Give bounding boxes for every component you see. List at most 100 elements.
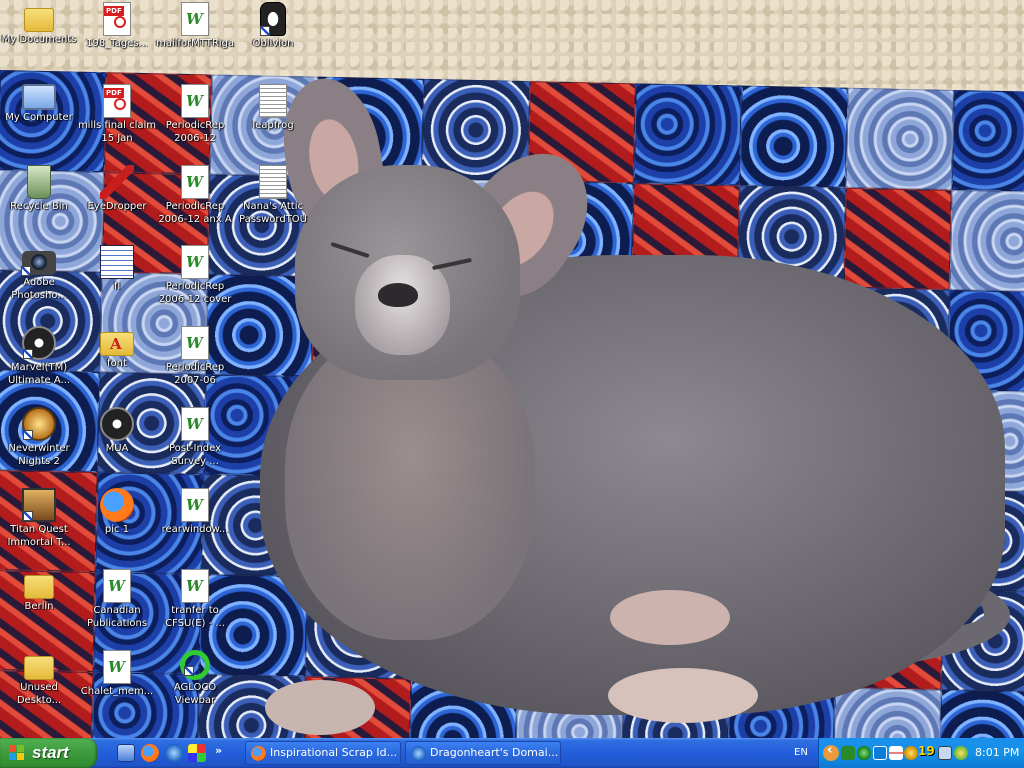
desktop-icon-label: My Computer [5,112,73,123]
desktop-icon-label: Berlin [24,601,54,612]
shield-icon [100,407,134,441]
desktop-icon-periodicrep-cover[interactable]: W PeriodicRep 2006-12 cover [155,245,235,306]
desktop-icon-unused-desktop[interactable]: Unused Deskto... [0,650,79,707]
taskbar-button-label: Dragonheart's Domai... [430,746,559,759]
desktop-icon-label: Neverwinter Nights 2 [8,443,70,467]
desktop-icon-titan-quest[interactable]: Titan Quest Immortal T... [0,488,79,549]
desktop-icon-canadian-publications[interactable]: W Canadian Publications [77,569,157,630]
desktop-icon-label: Chalet_mem... [80,686,154,697]
desktop-icon-label: Canadian Publications [86,605,148,629]
show-desktop-icon[interactable] [117,744,135,762]
desktop-icon-adobe-photoshop[interactable]: Adobe Photosho... [0,245,79,302]
spreadsheet-icon [100,245,134,279]
paint-quick-launch-icon[interactable] [188,744,206,762]
desktop-icon-recycle-bin[interactable]: Recycle Bin [0,165,79,213]
messenger-icon[interactable] [904,746,918,760]
agloco-ring-icon [180,650,210,680]
desktop-icon-periodicrep-2007-06[interactable]: W PeriodicRep 2007-06 [155,326,235,387]
system-clock[interactable]: 8:01 PM [975,746,1019,759]
browser-quick-launch-icon[interactable] [165,744,183,762]
desktop-icon-berlin[interactable]: Berlin [0,569,79,613]
desktop-icon-label: PeriodicRep 2006-12 anx A [158,201,232,225]
desktop-icon-chalet-mem[interactable]: W Chalet_mem... [77,650,157,698]
taskbar-button-label: Inspirational Scrap Id... [270,746,398,759]
desktop-icon-oblivion[interactable]: Oblivion [233,2,313,50]
desktop-icon-mua[interactable]: MUA [77,407,157,455]
desktop-wallpaper: My Documents My Computer Recycle Bin Ado… [0,0,1024,738]
security-shield-icon[interactable] [857,746,871,760]
desktop-icon-neverwinter-nights-2[interactable]: Neverwinter Nights 2 [0,407,79,468]
quilt-patch [833,687,942,738]
pdf-file-icon: PDF [103,84,131,118]
desktop-icon-post-index-survey[interactable]: W Post-Index Survey ... [155,407,235,468]
desktop-icon-label: MUA [105,443,129,454]
taskbar-button-inspirational-scrap[interactable]: Inspirational Scrap Id... [245,741,401,765]
folder-icon [24,656,54,680]
volume-icon[interactable] [938,746,952,760]
quick-launch-overflow-button[interactable]: » [215,744,222,757]
taskbar: start » Inspirational Scrap Id... Dragon… [0,738,1024,768]
game-emblem-icon [22,407,56,441]
language-indicator[interactable]: EN [794,747,808,758]
desktop-icon-label: My Documents [1,34,77,45]
desktop-icon-font[interactable]: font [77,326,157,370]
network-icon[interactable] [841,746,855,760]
bluetooth-icon[interactable] [873,746,887,760]
desktop-icon-label: Marvel(TM) Ultimate A... [7,362,71,386]
antivirus-icon[interactable] [954,746,968,760]
word-document-icon: W [181,245,209,279]
desktop-icon-label: pic 1 [104,524,130,535]
start-button-label: start [32,743,69,762]
game-hero-icon [22,488,56,522]
desktop-icon-nanas-attic[interactable]: Nana's Attic PasswordTOU [233,165,313,226]
desktop-icon-agloco-viewbar[interactable]: AGLOCO Viewbar [155,650,235,707]
firefox-icon [100,488,134,522]
desktop-icon-tranfer-to-cfsu[interactable]: W tranfer to CFSU(E) - ... [155,569,235,630]
quilt-patch [845,87,954,190]
desktop-icon-label: PeriodicRep 2006-12 cover [158,281,232,305]
desktop-icon-leapfrog[interactable]: leapfrog [233,84,313,132]
pdf-file-icon: PDF [103,2,131,36]
tray-badge-count[interactable]: 19 [918,744,935,758]
word-document-icon: W [181,326,209,360]
desktop-icon-my-computer[interactable]: My Computer [0,84,79,124]
desktop-icon-label: fl [113,281,121,292]
flag-icon[interactable] [889,746,903,760]
desktop-icon-198-tages[interactable]: PDF 198_Tages... [77,2,157,50]
recycle-bin-icon [27,165,51,199]
desktop-icon-my-documents[interactable]: My Documents [0,2,79,46]
word-document-icon: W [181,488,209,522]
show-hidden-icons-arrow-icon[interactable] [823,742,839,761]
desktop-icon-fl[interactable]: fl [77,245,157,293]
word-document-icon: W [103,650,131,684]
desktop-icon-label: EyeDropper [87,201,147,212]
start-button[interactable]: start [0,738,97,768]
quilt-patch [739,85,848,188]
desktop-icon-label: leapfrog [252,120,294,131]
folder-icon [24,575,54,599]
desktop-icon-periodicrep-anx-a[interactable]: W PeriodicRep 2006-12 anx A [155,165,235,226]
word-document-icon: W [181,569,209,603]
quilt-patch [939,689,1024,738]
desktop-icon-mills-final-claim[interactable]: PDF mills final claim 15 Jan [77,84,157,145]
firefox-quick-launch-icon[interactable] [141,744,159,762]
desktop-icon-label: AGLOCO Viewbar [173,682,217,706]
word-document-icon: W [181,2,209,36]
desktop-icon-eyedropper[interactable]: EyeDropper [77,165,157,213]
browser-globe-icon [411,746,426,761]
text-file-icon [259,84,287,118]
desktop-icon-marvel-ultimate-alliance[interactable]: Marvel(TM) Ultimate A... [0,326,79,387]
taskbar-button-dragonhearts-domain[interactable]: Dragonheart's Domai... [405,741,561,765]
computer-icon [22,84,56,110]
desktop-icon-mailformttriga[interactable]: W mailforMTTRiga [155,2,235,50]
system-tray: 19 8:01 PM [818,738,1024,768]
desktop-icon-pic-1[interactable]: pic 1 [77,488,157,536]
firefox-icon [251,746,266,761]
desktop-icon-label: Post-Index Survey ... [168,443,222,467]
desktop-icon-periodicrep-2006-12[interactable]: W PeriodicRep 2006-12 [155,84,235,145]
camera-icon [21,251,56,276]
text-file-icon [259,165,287,199]
desktop-icon-label: Nana's Attic PasswordTOU [238,201,307,225]
desktop-icon-label: tranfer to CFSU(E) - ... [165,605,225,629]
desktop-icon-rearwindow[interactable]: W rearwindow... [155,488,235,536]
